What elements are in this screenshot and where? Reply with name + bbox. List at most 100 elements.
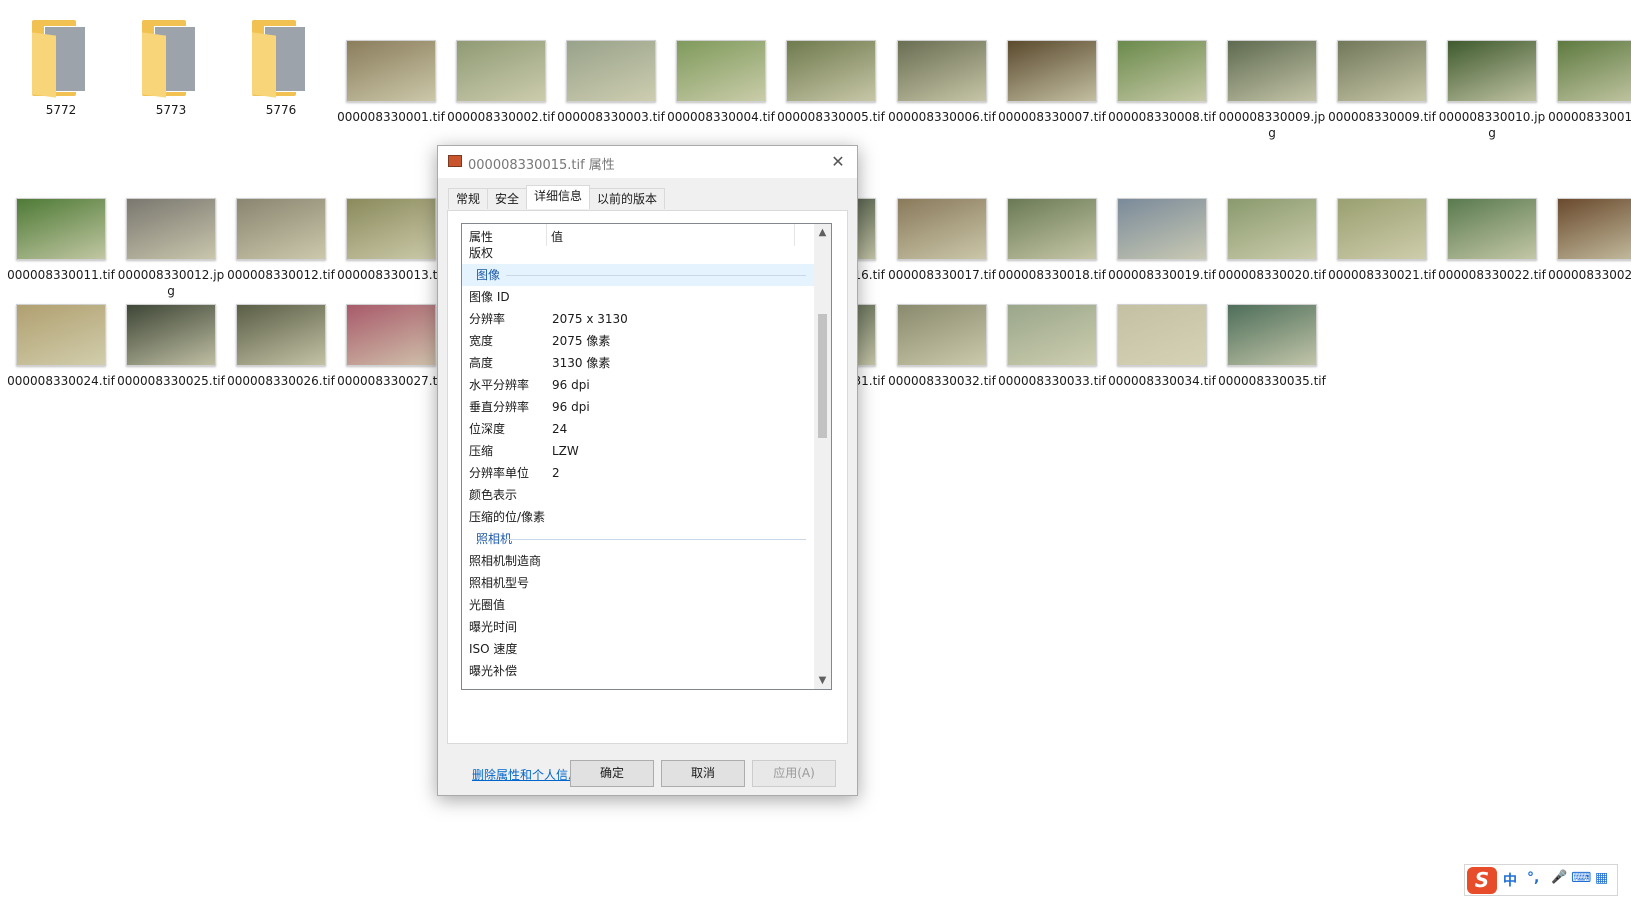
file-item[interactable]: 000008330012.jpg bbox=[117, 198, 225, 299]
file-name: 000008330003.tif bbox=[557, 110, 665, 124]
file-item[interactable]: 000008330033.tif bbox=[998, 304, 1106, 389]
file-name: 000008330007.tif bbox=[998, 110, 1106, 124]
property-value: 3130 像素 bbox=[552, 356, 611, 370]
property-row[interactable]: 曝光时间 bbox=[462, 616, 814, 638]
image-thumbnail bbox=[1337, 198, 1427, 260]
file-name: 000008330017.tif bbox=[888, 268, 996, 282]
file-item[interactable]: 000008330003.tif bbox=[557, 40, 665, 125]
property-row[interactable]: 压缩的位/像素 bbox=[462, 506, 814, 528]
property-value: LZW bbox=[552, 444, 579, 458]
file-item[interactable]: 000008330009.jpg bbox=[1218, 40, 1326, 141]
file-item[interactable]: 000008330010.jpg bbox=[1438, 40, 1546, 141]
file-item[interactable]: 000008330001.tif bbox=[337, 40, 445, 125]
file-item[interactable]: 000008330002.tif bbox=[447, 40, 555, 125]
property-row[interactable]: 照相机型号 bbox=[462, 572, 814, 594]
folder-item[interactable]: 5773 bbox=[117, 16, 225, 118]
close-button[interactable]: ✕ bbox=[825, 150, 851, 174]
file-item[interactable]: 000008330006.tif bbox=[888, 40, 996, 125]
file-item[interactable]: 000008330035.tif bbox=[1218, 304, 1326, 389]
property-row[interactable]: 垂直分辨率 96 dpi bbox=[462, 396, 814, 418]
property-name: 图像 ID bbox=[469, 290, 510, 304]
property-row[interactable]: 曝光补偿 bbox=[462, 660, 814, 682]
image-thumbnail bbox=[1117, 198, 1207, 260]
file-item[interactable]: 000008330021.tif bbox=[1328, 198, 1436, 283]
property-row[interactable]: 分辨率单位 2 bbox=[462, 462, 814, 484]
property-row[interactable]: 压缩 LZW bbox=[462, 440, 814, 462]
property-row[interactable]: 高度 3130 像素 bbox=[462, 352, 814, 374]
property-row[interactable]: 颜色表示 bbox=[462, 484, 814, 506]
scroll-up-icon[interactable]: ▲ bbox=[814, 224, 831, 241]
tab-general[interactable]: 常规 bbox=[448, 188, 489, 209]
file-item[interactable]: 000008330024.tif bbox=[7, 304, 115, 389]
image-thumbnail bbox=[566, 40, 656, 102]
file-item[interactable]: 000008330012.tif bbox=[227, 198, 335, 283]
folder-item[interactable]: 5776 bbox=[227, 16, 335, 118]
image-thumbnail bbox=[1227, 304, 1317, 366]
property-row[interactable]: 版权 bbox=[462, 242, 814, 264]
file-item[interactable]: 000008330032.tif bbox=[888, 304, 996, 389]
file-item[interactable]: 000008330025.tif bbox=[117, 304, 225, 389]
menu-grid-icon[interactable]: ▦ bbox=[1595, 870, 1608, 886]
property-row[interactable]: 图像 ID bbox=[462, 286, 814, 308]
file-item[interactable]: 000008330034.tif bbox=[1108, 304, 1216, 389]
property-name: 宽度 bbox=[469, 334, 494, 348]
apply-button[interactable]: 应用(A) bbox=[752, 760, 836, 787]
folder-item[interactable]: 5772 bbox=[7, 16, 115, 118]
file-item[interactable]: 000008330018.tif bbox=[998, 198, 1106, 283]
ok-button[interactable]: 确定 bbox=[570, 760, 654, 787]
file-item[interactable]: 000008330027.tif bbox=[337, 304, 445, 389]
cancel-button[interactable]: 取消 bbox=[661, 760, 745, 787]
property-row[interactable]: ISO 速度 bbox=[462, 638, 814, 660]
file-item[interactable]: 000008330009.tif bbox=[1328, 40, 1436, 125]
tab-security[interactable]: 安全 bbox=[487, 188, 528, 209]
vertical-scrollbar[interactable]: ▲ ▼ bbox=[814, 224, 831, 689]
scroll-thumb[interactable] bbox=[818, 314, 827, 438]
property-name: 图像 bbox=[476, 268, 501, 282]
property-group-header[interactable]: 照相机 bbox=[462, 528, 814, 550]
file-item[interactable]: 000008330004.tif bbox=[667, 40, 775, 125]
file-item[interactable]: 000008330023.tif bbox=[1548, 198, 1631, 283]
file-item[interactable]: 000008330011.tif bbox=[1548, 40, 1631, 125]
file-item[interactable]: 000008330007.tif bbox=[998, 40, 1106, 125]
file-item[interactable]: 000008330013.tif bbox=[337, 198, 445, 283]
image-thumbnail bbox=[1227, 40, 1317, 102]
file-item[interactable]: 000008330008.tif bbox=[1108, 40, 1216, 125]
property-value: 96 dpi bbox=[552, 400, 590, 414]
property-row[interactable]: 位深度 24 bbox=[462, 418, 814, 440]
image-thumbnail bbox=[126, 198, 216, 260]
file-item[interactable]: 000008330017.tif bbox=[888, 198, 996, 283]
scroll-down-icon[interactable]: ▼ bbox=[814, 672, 831, 689]
group-divider bbox=[506, 539, 806, 540]
dialog-titlebar[interactable]: 000008330015.tif 属性 ✕ bbox=[438, 146, 857, 178]
image-thumbnail bbox=[897, 40, 987, 102]
file-name: 000008330012.jpg bbox=[117, 268, 225, 298]
ime-mode-chinese[interactable]: 中 bbox=[1503, 870, 1517, 890]
keyboard-icon[interactable]: ⌨ bbox=[1571, 870, 1591, 886]
file-name: 000008330002.tif bbox=[447, 110, 555, 124]
file-item[interactable]: 000008330019.tif bbox=[1108, 198, 1216, 283]
property-name: 曝光补偿 bbox=[469, 664, 518, 678]
file-name: 000008330008.tif bbox=[1108, 110, 1216, 124]
image-thumbnail bbox=[1007, 198, 1097, 260]
remove-properties-link[interactable]: 删除属性和个人信息 bbox=[472, 766, 580, 783]
property-row[interactable]: 光圈值 bbox=[462, 594, 814, 616]
sogou-logo-icon[interactable]: S bbox=[1467, 867, 1497, 894]
property-row[interactable]: 宽度 2075 像素 bbox=[462, 330, 814, 352]
property-group-header[interactable]: 图像 bbox=[462, 264, 814, 286]
file-name: 000008330019.tif bbox=[1108, 268, 1216, 282]
property-row[interactable]: 照相机制造商 bbox=[462, 550, 814, 572]
property-row[interactable]: 分辨率 2075 x 3130 bbox=[462, 308, 814, 330]
punctuation-icon[interactable]: °, bbox=[1527, 870, 1539, 886]
file-item[interactable]: 000008330005.tif bbox=[777, 40, 885, 125]
file-name: 000008330022.tif bbox=[1438, 268, 1546, 282]
file-item[interactable]: 000008330022.tif bbox=[1438, 198, 1546, 283]
property-list[interactable]: 属性 值 版权 图像 图像 ID 分辨率 2075 x 3130 宽度 2075 像素 高度 3… bbox=[461, 223, 832, 690]
tab-previous-versions[interactable]: 以前的版本 bbox=[589, 188, 666, 209]
tab-details[interactable]: 详细信息 bbox=[526, 185, 591, 209]
file-item[interactable]: 000008330020.tif bbox=[1218, 198, 1326, 283]
property-row[interactable]: 水平分辨率 96 dpi bbox=[462, 374, 814, 396]
microphone-icon[interactable]: 🎤 bbox=[1551, 870, 1567, 885]
file-item[interactable]: 000008330011.tif bbox=[7, 198, 115, 283]
file-item[interactable]: 000008330026.tif bbox=[227, 304, 335, 389]
file-name: 000008330009.jpg bbox=[1218, 110, 1326, 140]
